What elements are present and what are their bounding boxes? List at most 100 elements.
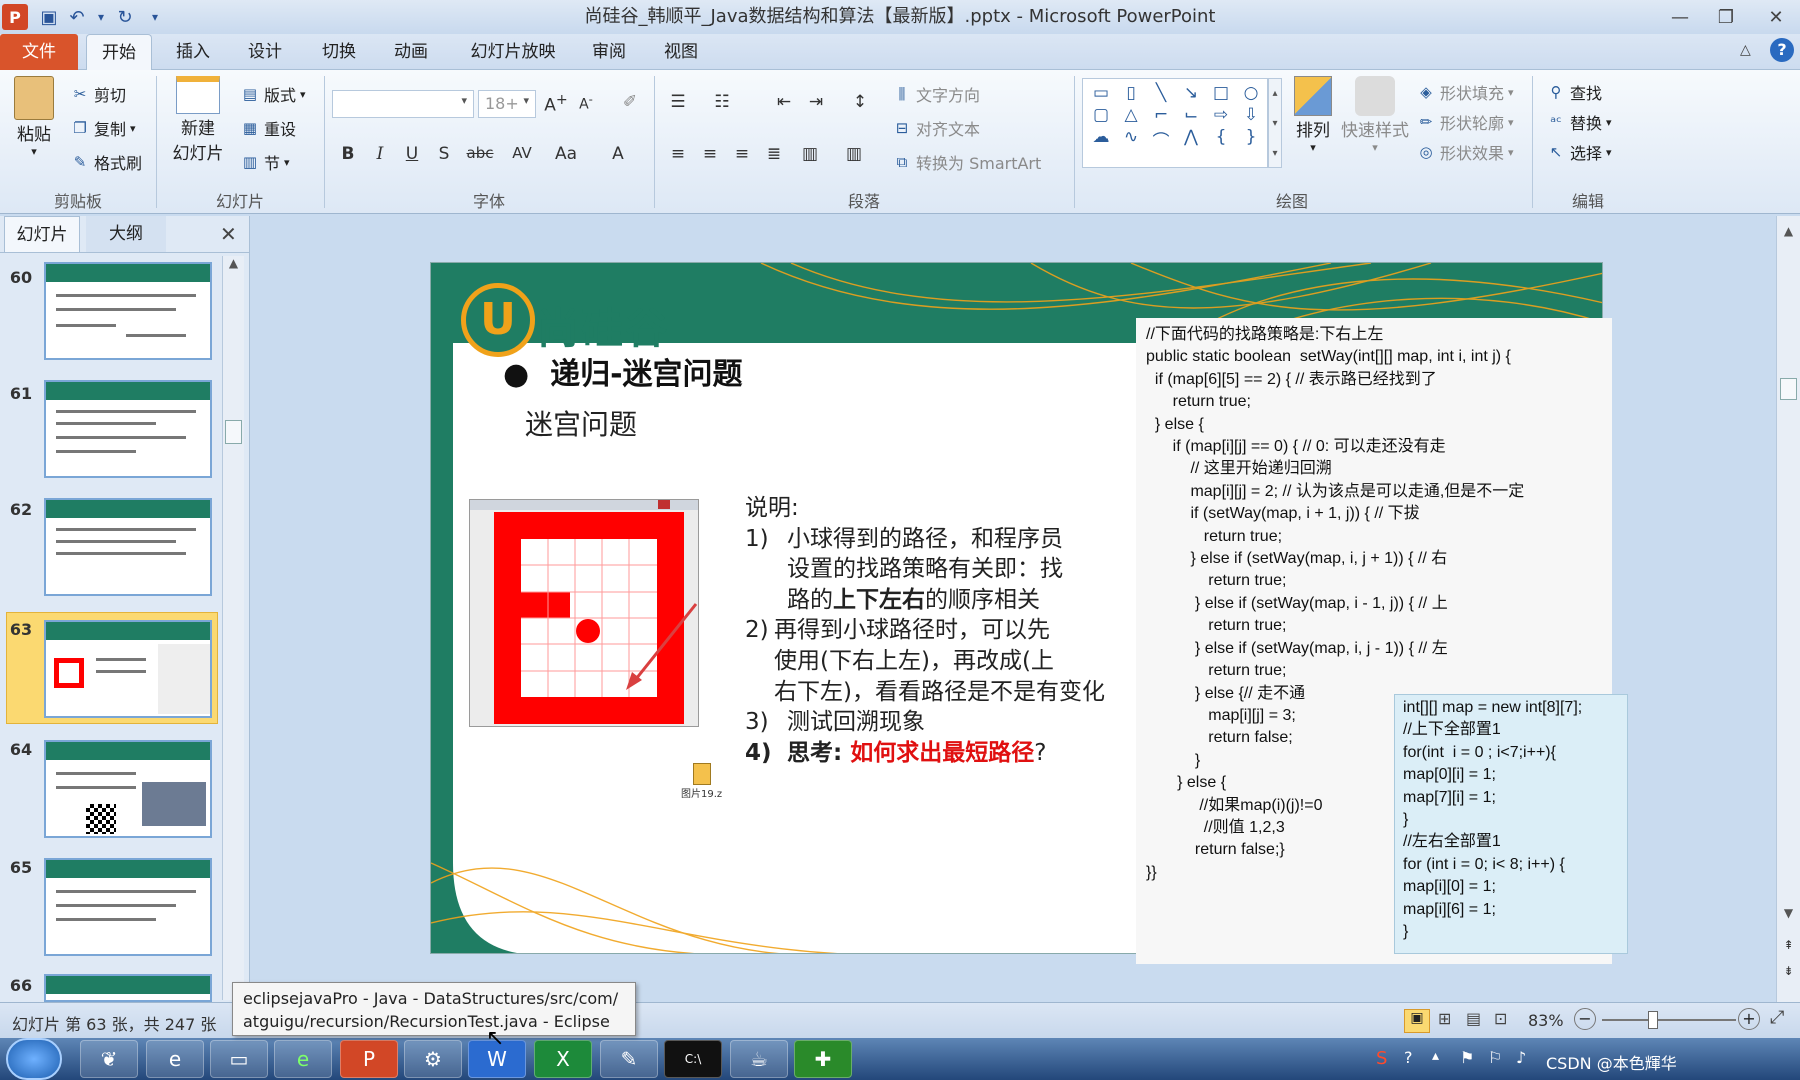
tab-design[interactable]: 设计	[232, 34, 298, 70]
zoom-level[interactable]: 83%	[1528, 1011, 1564, 1030]
align-right-icon[interactable]: ≡	[728, 144, 756, 164]
tab-animations[interactable]: 动画	[378, 34, 444, 70]
slideshow-view-icon[interactable]: ⊡	[1494, 1009, 1507, 1028]
connector-shape-icon[interactable]: ⌐	[1147, 105, 1175, 125]
taskbar-app-icon[interactable]: ❦	[80, 1040, 138, 1078]
undo-icon[interactable]: ↶	[64, 4, 90, 30]
minimize-ribbon-icon[interactable]: △	[1740, 42, 1751, 58]
sorter-view-icon[interactable]: ⊞	[1438, 1009, 1451, 1028]
font-color-button[interactable]: A	[604, 144, 632, 164]
next-slide-icon[interactable]: ⇟	[1777, 964, 1800, 978]
underline-button[interactable]: U	[398, 144, 426, 164]
minimize-icon[interactable]: —	[1662, 4, 1698, 30]
reading-view-icon[interactable]: ▤	[1466, 1009, 1481, 1028]
oval-shape-icon[interactable]: ○	[1237, 83, 1265, 103]
fit-window-icon[interactable]: ⤢	[1770, 1007, 1784, 1028]
replace-button[interactable]: ᵃᶜ 替换 ▾	[1546, 110, 1611, 134]
explorer-icon[interactable]: ▭	[210, 1040, 268, 1078]
section-button[interactable]: ▥ 节 ▾	[240, 150, 290, 174]
slide-thumbnail-60[interactable]	[44, 262, 212, 360]
right-brace-shape-icon[interactable]: }	[1237, 127, 1265, 152]
customize-toolbar-icon[interactable]: ▾	[142, 4, 168, 30]
rectangle-shape-icon[interactable]: □	[1207, 83, 1235, 103]
start-button[interactable]	[6, 1038, 62, 1080]
numbering-icon[interactable]: ☷	[708, 92, 736, 112]
save-icon[interactable]: ▣	[36, 4, 62, 30]
new-slide-button[interactable]: 新建 幻灯片	[166, 76, 230, 164]
increase-indent-icon[interactable]: ⇥	[802, 92, 830, 112]
flag-tray-icon[interactable]: ⚐	[1488, 1048, 1502, 1067]
grow-font-icon[interactable]: A+	[542, 92, 570, 116]
change-case-button[interactable]: Aa	[548, 144, 584, 164]
scroll-up-icon[interactable]: ▲	[1777, 224, 1800, 238]
shrink-font-icon[interactable]: A-	[572, 92, 600, 113]
format-painter-button[interactable]: ✎ 格式刷	[70, 150, 142, 174]
tab-view[interactable]: 视图	[648, 34, 714, 70]
scroll-thumb[interactable]	[1780, 378, 1797, 400]
zoom-slider-thumb[interactable]	[1648, 1011, 1658, 1029]
slide-thumbnail-62[interactable]	[44, 498, 212, 596]
font-size-combo[interactable]: 18+ ▾	[478, 90, 536, 118]
close-panel-icon[interactable]: ✕	[220, 222, 237, 246]
select-button[interactable]: ↖ 选择 ▾	[1546, 140, 1612, 164]
tab-review[interactable]: 审阅	[576, 34, 642, 70]
arc-shape-icon[interactable]: ⋀	[1177, 127, 1205, 152]
file-icon[interactable]: 图片19.z	[681, 763, 722, 800]
down-arrow-shape-icon[interactable]: ⇩	[1237, 105, 1265, 125]
align-left-icon[interactable]: ≡	[664, 144, 692, 164]
paste-button[interactable]: 粘贴 ▾	[8, 76, 60, 158]
slide-thumbnail-61[interactable]	[44, 380, 212, 478]
slide-thumbnail-66[interactable]	[44, 974, 212, 1002]
powerpoint-icon[interactable]: P	[2, 4, 28, 30]
excel-taskbar-icon[interactable]: X	[534, 1040, 592, 1078]
columns-icon[interactable]: ▥	[840, 144, 868, 164]
char-spacing-button[interactable]: AV	[504, 144, 540, 162]
decrease-indent-icon[interactable]: ⇤	[770, 92, 798, 112]
tab-outline[interactable]: 大纲	[86, 216, 166, 252]
clear-format-icon[interactable]: ✐	[616, 92, 644, 112]
line-shape-icon[interactable]: ╲	[1147, 83, 1175, 103]
bullets-icon[interactable]: ☰	[664, 92, 692, 112]
shapes-scroll[interactable]: ▴ ▾ ▾	[1268, 78, 1282, 168]
shapes-gallery[interactable]: ▭ ▯ ╲ ↘ □ ○ ▢ △ ⌐ ⌙ ⇨ ⇩ ☁ ∿ ⌒ ⋀{}	[1082, 78, 1268, 168]
help-icon[interactable]: ?	[1770, 38, 1794, 62]
browser-icon[interactable]: e	[274, 1040, 332, 1078]
arrange-button[interactable]: 排列 ▾	[1288, 76, 1338, 154]
prev-slide-icon[interactable]: ⇞	[1777, 938, 1800, 952]
slide-thumbnail-65[interactable]	[44, 858, 212, 956]
rounded-rect-shape-icon[interactable]: ▢	[1087, 105, 1115, 125]
vtextbox-shape-icon[interactable]: ▯	[1117, 83, 1145, 103]
normal-view-icon[interactable]: ▣	[1404, 1009, 1430, 1033]
bold-button[interactable]: B	[334, 144, 362, 164]
shape-effects-button[interactable]: ◎ 形状效果 ▾	[1416, 140, 1513, 164]
sogou-tray-icon[interactable]: S	[1376, 1048, 1387, 1069]
shadow-button[interactable]: S	[430, 144, 458, 164]
java-taskbar-icon[interactable]: ☕	[730, 1040, 788, 1078]
justify-icon[interactable]: ≣	[760, 144, 788, 164]
find-button[interactable]: ⚲ 查找	[1546, 80, 1603, 104]
restore-icon[interactable]: ❐	[1708, 4, 1744, 30]
network-tray-icon[interactable]: ⚑	[1460, 1048, 1474, 1067]
left-brace-shape-icon[interactable]: {	[1207, 127, 1235, 152]
copy-button[interactable]: ❐ 复制 ▾	[70, 116, 135, 140]
tab-transitions[interactable]: 切换	[306, 34, 372, 70]
line-spacing-icon[interactable]: ↕	[846, 92, 874, 112]
smartart-button[interactable]: ⧉ 转换为 SmartArt	[892, 150, 1042, 174]
italic-button[interactable]: I	[366, 144, 394, 164]
paint-taskbar-icon[interactable]: ✎	[600, 1040, 658, 1078]
flow-shape-icon[interactable]: ☁	[1087, 127, 1115, 152]
curve-shape-icon[interactable]: ⌒	[1147, 127, 1175, 152]
eclipse-taskbar-icon[interactable]: ✚	[794, 1040, 852, 1078]
undo-dropdown-icon[interactable]: ▾	[88, 4, 114, 30]
align-text-button[interactable]: ⊟ 对齐文本	[892, 116, 980, 140]
close-icon[interactable]: ✕	[1758, 4, 1794, 30]
tab-home[interactable]: 开始	[86, 34, 152, 72]
text-direction-button[interactable]: ⫼ 文字方向	[892, 82, 980, 106]
scroll-thumb[interactable]	[225, 420, 242, 444]
arrow-line-shape-icon[interactable]: ↘	[1177, 83, 1205, 103]
scroll-up-icon[interactable]: ▲	[223, 256, 244, 270]
slide-thumbnail-63[interactable]	[44, 620, 212, 718]
right-arrow-shape-icon[interactable]: ⇨	[1207, 105, 1235, 125]
ie-icon[interactable]: e	[146, 1040, 204, 1078]
zoom-slider[interactable]	[1602, 1019, 1736, 1021]
